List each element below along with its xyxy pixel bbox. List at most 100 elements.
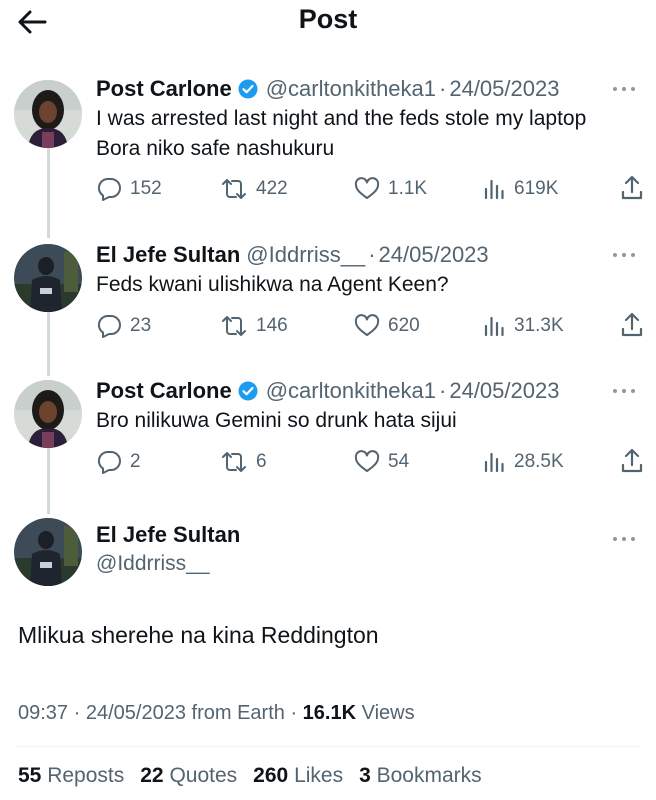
views-button[interactable]: 28.5K — [482, 445, 564, 479]
reposts-stat[interactable]: 55 Reposts — [18, 764, 124, 788]
share-icon — [621, 175, 643, 200]
reply-button[interactable]: 2 — [96, 445, 141, 479]
reply-icon — [97, 315, 121, 338]
action-bar: 152 422 1.1K 619K — [96, 172, 644, 206]
quotes-label: Quotes — [169, 764, 238, 787]
bookmarks-stat[interactable]: 3 Bookmarks — [359, 764, 482, 788]
like-button[interactable]: 54 — [354, 445, 409, 479]
views-count: 619K — [514, 178, 559, 199]
post-date[interactable]: 24/05/2023 — [86, 702, 186, 724]
author-name[interactable]: El Jefe Sultan — [96, 242, 240, 268]
likes-stat[interactable]: 260 Likes — [253, 764, 343, 788]
post-date[interactable]: 24/05/2023 — [379, 242, 489, 268]
main-post-text: Mlikua sherehe na kina Reddington — [18, 622, 379, 648]
avatar[interactable] — [14, 518, 82, 586]
post-date[interactable]: 24/05/2023 — [449, 76, 559, 102]
repost-button[interactable]: 146 — [220, 309, 288, 343]
tweet[interactable]: El Jefe Sultan @Iddrriss__ · 24/05/2023 … — [0, 240, 656, 350]
views-icon — [484, 452, 504, 473]
separator-dot: · — [290, 702, 303, 724]
likes-total: 260 — [253, 764, 289, 787]
tweet-header: Post Carlone @carltonkitheka1 · 24/05/20… — [96, 74, 559, 104]
quotes-total: 22 — [140, 764, 164, 787]
post-source: from Earth — [191, 702, 285, 724]
post-text-line: I was arrested last night and the feds s… — [96, 107, 587, 130]
repost-button[interactable]: 6 — [220, 445, 267, 479]
tweet-header: Post Carlone @carltonkitheka1 · 24/05/20… — [96, 376, 559, 406]
share-icon — [621, 448, 643, 473]
action-bar: 2 6 54 28.5K — [96, 445, 644, 479]
share-button[interactable] — [620, 174, 644, 207]
avatar[interactable] — [14, 244, 82, 312]
views-button[interactable]: 31.3K — [482, 309, 564, 343]
repost-count: 6 — [256, 451, 267, 472]
more-button[interactable] — [608, 78, 640, 100]
views-label: Views — [361, 702, 415, 724]
verified-icon — [238, 381, 258, 401]
repost-icon — [222, 316, 246, 336]
post-text-line: Feds kwani ulishikwa na Agent Keen? — [96, 273, 449, 296]
main-post: El Jefe Sultan @Iddrriss__ — [0, 514, 656, 800]
repost-icon — [222, 452, 246, 472]
divider — [16, 746, 640, 747]
reply-button[interactable]: 152 — [96, 172, 162, 206]
more-button[interactable] — [608, 380, 640, 402]
avatar[interactable] — [14, 80, 82, 148]
views-button[interactable]: 619K — [482, 172, 558, 206]
author-name[interactable]: Post Carlone — [96, 76, 232, 102]
tweet[interactable]: Post Carlone @carltonkitheka1 · 24/05/20… — [0, 376, 656, 486]
avatar-image — [14, 80, 82, 148]
bookmarks-label: Bookmarks — [376, 764, 482, 787]
repost-count: 146 — [256, 315, 288, 336]
repost-button[interactable]: 422 — [220, 172, 288, 206]
bookmarks-total: 3 — [359, 764, 371, 787]
reply-button[interactable]: 23 — [96, 309, 151, 343]
post-time[interactable]: 09:37 — [18, 702, 68, 724]
avatar[interactable] — [14, 380, 82, 448]
like-count: 1.1K — [388, 178, 428, 199]
author-name[interactable]: El Jefe Sultan — [96, 522, 240, 548]
repost-count: 422 — [256, 178, 288, 199]
avatar-image — [14, 518, 82, 586]
header: Post — [0, 0, 656, 44]
verified-badge — [238, 381, 258, 401]
author-handle[interactable]: @Iddrriss__ — [96, 552, 210, 576]
more-button[interactable] — [608, 528, 640, 550]
more-icon — [613, 537, 635, 541]
separator-dot: · — [439, 378, 447, 403]
like-icon — [354, 450, 380, 472]
reply-count: 23 — [130, 315, 152, 336]
author-handle[interactable]: @carltonkitheka1 — [266, 76, 436, 102]
action-bar: 23 146 620 31.3K — [96, 309, 644, 343]
share-button[interactable] — [620, 311, 644, 344]
author-handle[interactable]: @carltonkitheka1 — [266, 378, 436, 404]
reposts-total: 55 — [18, 764, 42, 787]
more-button[interactable] — [608, 244, 640, 266]
reply-count: 152 — [130, 178, 162, 199]
author-handle[interactable]: @Iddrriss__ — [246, 242, 365, 268]
like-button[interactable]: 1.1K — [354, 172, 427, 206]
share-icon — [621, 312, 643, 337]
tweet-header: El Jefe Sultan @Iddrriss__ · 24/05/2023 — [96, 240, 489, 270]
like-button[interactable]: 620 — [354, 309, 420, 343]
page-title: Post — [298, 4, 358, 34]
likes-label: Likes — [294, 764, 344, 787]
separator-dot: · — [439, 76, 447, 101]
avatar-image — [14, 244, 82, 312]
views-icon — [484, 316, 504, 337]
share-button[interactable] — [620, 447, 644, 480]
quotes-stat[interactable]: 22 Quotes — [140, 764, 237, 788]
reply-icon — [97, 451, 121, 474]
post-date[interactable]: 24/05/2023 — [449, 378, 559, 404]
tweet[interactable]: Post Carlone @carltonkitheka1 · 24/05/20… — [0, 74, 656, 214]
reply-icon — [97, 178, 121, 201]
like-icon — [354, 177, 380, 199]
repost-icon — [222, 179, 246, 199]
like-count: 620 — [388, 315, 420, 336]
reposts-label: Reposts — [47, 764, 125, 787]
like-count: 54 — [388, 451, 410, 472]
author-name[interactable]: Post Carlone — [96, 378, 232, 404]
reply-count: 2 — [130, 451, 141, 472]
post-text-line: Bora niko safe nashukuru — [96, 137, 335, 160]
views-icon — [484, 179, 504, 200]
